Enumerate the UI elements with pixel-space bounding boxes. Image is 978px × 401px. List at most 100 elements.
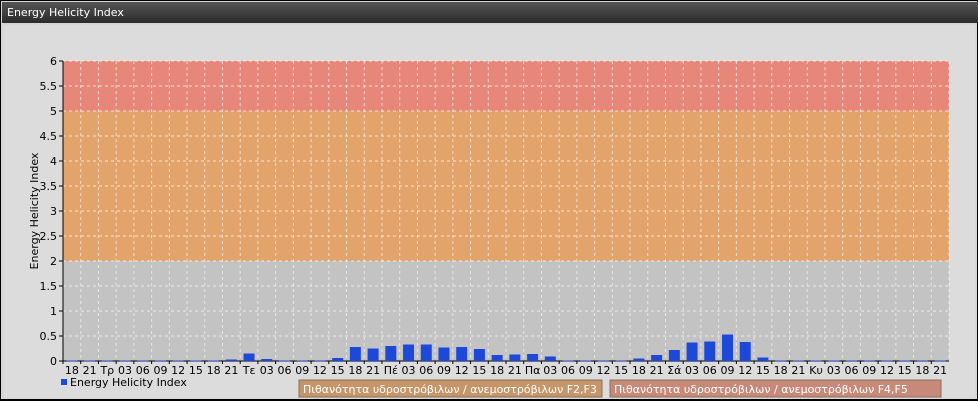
bar <box>544 356 556 361</box>
bar <box>243 353 255 361</box>
bar <box>527 354 539 361</box>
bar <box>509 354 521 361</box>
x-tick-label: 03 <box>827 364 841 377</box>
x-tick-label: 15 <box>331 364 345 377</box>
bar <box>651 355 663 361</box>
bar <box>633 358 645 361</box>
bar <box>190 360 202 362</box>
y-tick-label: 4.5 <box>40 130 58 143</box>
x-tick-label: 12 <box>455 364 469 377</box>
x-tick-label: 21 <box>366 364 380 377</box>
bar <box>403 344 415 361</box>
x-tick-label: 06 <box>561 364 575 377</box>
bar <box>881 360 893 362</box>
x-tick-label: 09 <box>721 364 735 377</box>
x-tick-label: 03 <box>543 364 557 377</box>
x-tick-label: 06 <box>419 364 433 377</box>
bar <box>296 360 308 362</box>
bar <box>66 360 78 362</box>
x-tick-label: 18 <box>774 364 788 377</box>
y-tick-label: 2 <box>50 255 57 268</box>
bar <box>810 360 822 362</box>
x-tick-label: 21 <box>650 364 664 377</box>
bar <box>473 349 485 361</box>
band-legend-label: Πιθανότητα υδροστρόβιλων / ανεμοστρόβιλω… <box>303 383 597 396</box>
bar <box>916 360 928 362</box>
y-tick-label: 2.5 <box>40 230 58 243</box>
bar <box>757 357 769 361</box>
y-axis-label: Energy Helicity Index <box>28 152 41 269</box>
bar <box>385 346 397 361</box>
bar <box>828 360 840 362</box>
bar <box>349 347 361 361</box>
bar <box>137 360 149 362</box>
x-tick-label: 12 <box>596 364 610 377</box>
bar <box>562 360 574 362</box>
x-tick-label: 03 <box>260 364 274 377</box>
x-tick-label: Τε <box>242 364 256 377</box>
y-tick-label: 0 <box>50 355 57 368</box>
chart-window: Energy Helicity Index 0 0.5 1 1.5 2 2.5 3 3.5 4 4… <box>0 0 978 400</box>
bar <box>101 360 113 362</box>
bar <box>119 360 131 362</box>
bar <box>261 359 273 361</box>
bar <box>225 359 237 361</box>
bar <box>792 360 804 362</box>
x-tick-label: 09 <box>579 364 593 377</box>
x-tick-label: 18 <box>207 364 221 377</box>
bar <box>686 342 698 361</box>
bar <box>172 360 184 362</box>
bar <box>456 347 468 361</box>
bar <box>739 342 751 361</box>
x-tick-label: 18 <box>915 364 929 377</box>
bar <box>580 360 592 362</box>
y-tick-label: 5.5 <box>40 80 58 93</box>
x-tick-label: 12 <box>880 364 894 377</box>
y-tick-label: 6 <box>50 55 57 68</box>
x-tick-label: Πα <box>525 364 541 377</box>
x-tick-label: 15 <box>756 364 770 377</box>
bar <box>668 350 680 361</box>
y-tick-label: 5 <box>50 105 57 118</box>
x-tick-label: 12 <box>738 364 752 377</box>
x-tick-label: 06 <box>703 364 717 377</box>
y-tick-label: 3.5 <box>40 180 58 193</box>
bar <box>332 358 344 361</box>
x-tick-label: 21 <box>791 364 805 377</box>
ehi-chart: 00.511.522.533.544.555.5618 21 Τρ 03 06 09 12 1… <box>28 55 950 398</box>
band-legend-label: Πιθανότητα υδροστρόβιλων / ανεμοστρόβιλω… <box>614 383 908 396</box>
bar <box>597 360 609 362</box>
x-tick-label: 12 <box>313 364 327 377</box>
legend-swatch <box>61 379 67 385</box>
x-tick-label: Κυ <box>809 364 823 377</box>
bar <box>438 347 450 361</box>
bar <box>154 360 166 362</box>
x-tick-label: 09 <box>437 364 451 377</box>
bar <box>84 360 96 362</box>
bar <box>279 360 290 362</box>
x-tick-label: 18 <box>490 364 504 377</box>
x-tick-label: Πέ <box>384 364 398 377</box>
bar <box>314 360 326 362</box>
x-tick-label: 18 <box>348 364 362 377</box>
bar <box>367 348 379 361</box>
y-tick-label: 1 <box>50 305 57 318</box>
bar <box>704 341 716 361</box>
x-tick-label: Σά <box>667 364 681 377</box>
bar <box>846 360 858 362</box>
x-tick-label: 09 <box>862 364 876 377</box>
bar <box>722 334 733 361</box>
bar <box>934 360 946 362</box>
x-tick-label: 06 <box>845 364 859 377</box>
legend-label: Energy Helicity Index <box>70 376 187 389</box>
x-tick-label: 06 <box>278 364 292 377</box>
bar <box>615 360 627 362</box>
y-tick-label: 4 <box>50 155 57 168</box>
y-tick-label: 0.5 <box>40 330 58 343</box>
x-tick-label: 03 <box>402 364 416 377</box>
bar <box>208 360 220 362</box>
x-tick-label: 15 <box>614 364 628 377</box>
x-tick-label: 03 <box>685 364 699 377</box>
bar <box>491 355 503 361</box>
x-tick-label: 15 <box>898 364 912 377</box>
